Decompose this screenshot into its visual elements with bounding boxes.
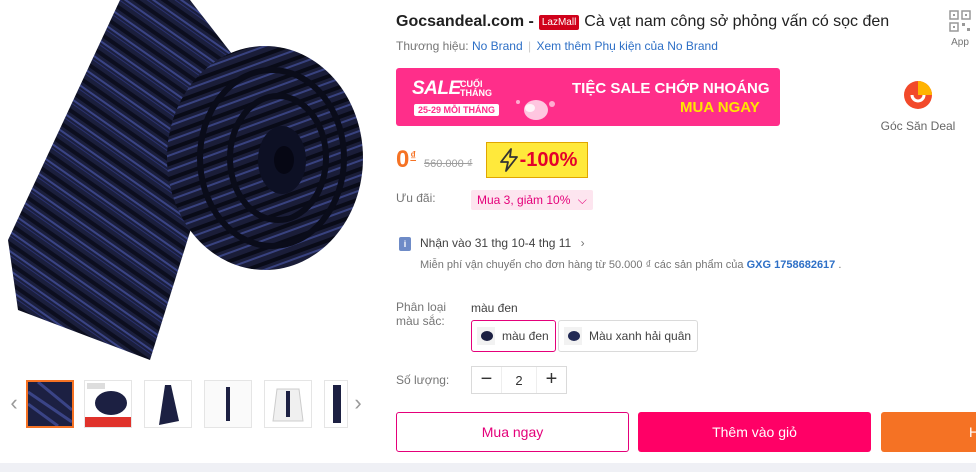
variant-option-navy[interactable]: Màu xanh hải quân bbox=[558, 320, 699, 352]
discount-badge: -100% bbox=[486, 142, 589, 178]
currency-symbol: ₫ bbox=[410, 150, 417, 162]
page-bottom-divider bbox=[0, 463, 976, 472]
thumbnail-2[interactable] bbox=[84, 380, 132, 428]
product-main-image[interactable] bbox=[0, 0, 366, 368]
product-title-text: Cà vạt nam công sở phỏng vấn có sọc đen bbox=[584, 13, 890, 30]
quantity-decrease-button[interactable]: − bbox=[472, 366, 501, 394]
store-logo-icon bbox=[904, 81, 932, 109]
promotion-label: Ưu đãi: bbox=[396, 191, 436, 205]
current-price: 0₫ bbox=[396, 146, 416, 174]
shipping-code: GXG 1758682617 bbox=[746, 259, 836, 271]
buy-now-button[interactable]: Mua ngay bbox=[396, 412, 629, 452]
delivery-info-icon: i bbox=[399, 237, 411, 251]
variant-option-black[interactable]: màu đen bbox=[471, 320, 556, 352]
thumbnail-4[interactable] bbox=[204, 380, 252, 428]
sale-sub: CUỐI THÁNG bbox=[460, 79, 492, 98]
quantity-stepper: − + bbox=[471, 366, 567, 394]
product-title: Gocsandeal.com - LazMall Cà vạt nam công… bbox=[396, 10, 936, 34]
extra-action-button[interactable]: H bbox=[881, 412, 976, 452]
brand-separator: | bbox=[528, 39, 532, 53]
sale-banner[interactable]: SALE CUỐI THÁNG 25-29 MỖI THÁNG TIỆC SAL… bbox=[396, 68, 780, 126]
quantity-label: Số lượng: bbox=[396, 373, 450, 387]
variant-thumbnail bbox=[477, 327, 495, 345]
piggy-bank-icon bbox=[516, 100, 555, 120]
lazmall-badge: LazMall bbox=[538, 14, 580, 30]
sale-date: 25-29 MỖI THÁNG bbox=[414, 104, 500, 116]
variant-thumbnail bbox=[564, 327, 582, 345]
store-name: Gocsandeal.com - bbox=[396, 13, 534, 30]
thumbnail-5[interactable] bbox=[264, 380, 312, 428]
banner-cta: MUA NGAY bbox=[680, 99, 760, 116]
thumbnail-6[interactable] bbox=[324, 380, 348, 428]
current-price-value: 0 bbox=[396, 146, 410, 173]
original-price: 560.000 ₫ bbox=[424, 158, 473, 170]
chevron-down-icon: ⌵ bbox=[577, 193, 587, 207]
shipping-info: Miễn phí vận chuyển cho đơn hàng từ 50.0… bbox=[420, 259, 841, 271]
shipping-prefix: Miễn phí vận chuyển cho đơn hàng từ 50.0… bbox=[420, 259, 744, 271]
promotion-chip[interactable]: Mua 3, giảm 10% ⌵ bbox=[471, 190, 593, 210]
delivery-text: Nhận vào 31 thg 10-4 thg 11 bbox=[420, 236, 572, 250]
add-to-cart-button[interactable]: Thêm vào giỏ bbox=[638, 412, 871, 452]
chevron-left-icon[interactable]: ‹ bbox=[4, 388, 24, 418]
brand-row: Thương hiệu: No Brand | Xem thêm Phụ kiệ… bbox=[396, 39, 718, 53]
variant-option-label: Màu xanh hải quân bbox=[589, 329, 692, 343]
thumbnail-3[interactable] bbox=[144, 380, 192, 428]
quantity-increase-button[interactable]: + bbox=[537, 366, 566, 394]
thumbnail-1[interactable] bbox=[26, 380, 74, 428]
price-row: 0₫ 560.000 ₫ -100% bbox=[396, 142, 589, 178]
banner-headline: TIỆC SALE CHỚP NHOÁNG bbox=[572, 80, 770, 97]
shipping-suffix: . bbox=[838, 259, 842, 271]
sale-word: SALE bbox=[412, 78, 461, 99]
variant-option-label: màu đen bbox=[502, 329, 549, 343]
seller-name: Góc Săn Deal bbox=[880, 119, 956, 133]
sale-logo: SALE CUỐI THÁNG 25-29 MỖI THÁNG bbox=[412, 76, 500, 118]
delivery-estimate[interactable]: Nhận vào 31 thg 10-4 thg 11 › bbox=[420, 236, 585, 250]
lightning-icon bbox=[499, 148, 518, 172]
app-shortcut[interactable]: App bbox=[945, 10, 975, 48]
thumbnail-strip: ‹ › bbox=[0, 372, 370, 434]
variant-label: Phân loại màu sắc: bbox=[396, 300, 447, 328]
quantity-input[interactable] bbox=[501, 367, 537, 393]
more-accessories-link[interactable]: Xem thêm Phụ kiện của No Brand bbox=[536, 39, 717, 53]
chevron-right-icon[interactable]: › bbox=[348, 388, 368, 418]
seller-logo[interactable]: Góc Săn Deal bbox=[866, 80, 970, 136]
brand-label: Thương hiệu: bbox=[396, 39, 469, 53]
qr-code-icon bbox=[949, 10, 971, 32]
brand-link[interactable]: No Brand bbox=[472, 39, 523, 53]
chevron-right-icon: › bbox=[580, 236, 585, 250]
promotion-chip-text: Mua 3, giảm 10% bbox=[477, 193, 571, 207]
variant-selected-label: màu đen bbox=[471, 301, 518, 315]
app-label: App bbox=[951, 37, 969, 48]
discount-percent: -100% bbox=[519, 148, 578, 171]
